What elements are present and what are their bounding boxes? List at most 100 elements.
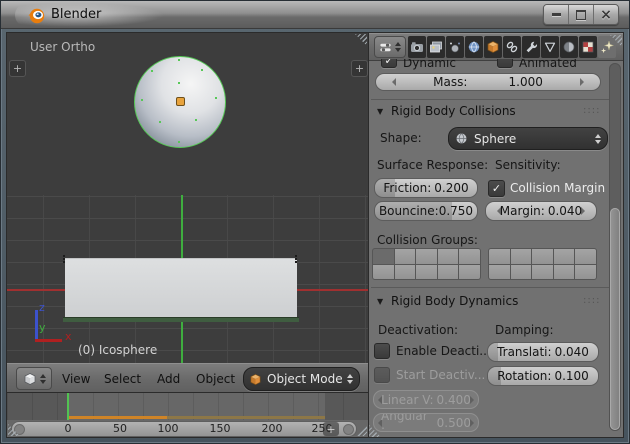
tab-constraints[interactable] — [503, 36, 521, 58]
collision-margin-checkbox[interactable]: ✓ — [488, 180, 505, 197]
title-bar[interactable]: Blender × — [1, 1, 629, 29]
translation-damping-slider[interactable]: Translati: 0.040 — [487, 342, 599, 362]
frame-tick: 150 — [210, 422, 231, 435]
group-cell[interactable] — [459, 249, 480, 264]
scene-icon — [448, 40, 462, 54]
collisions-panel-title[interactable]: Rigid Body Collisions — [391, 104, 516, 118]
tab-object[interactable] — [484, 36, 502, 58]
enable-deactivation-checkbox[interactable] — [374, 343, 390, 359]
group-cell[interactable] — [575, 265, 596, 280]
tab-modifiers[interactable] — [522, 36, 540, 58]
material-icon — [562, 40, 576, 54]
tab-texture[interactable] — [579, 36, 597, 58]
tab-render[interactable] — [408, 36, 426, 58]
group-cell[interactable] — [575, 249, 596, 264]
rotation-damping-slider[interactable]: Rotation: 0.100 — [487, 366, 599, 386]
frame-tick: 50 — [113, 422, 127, 435]
viewport-header: View Select Add Object Object Mode — [7, 363, 368, 394]
panel-drag-dots[interactable]: :::: — [583, 105, 600, 116]
enable-deactivation-label: Enable Deacti... — [396, 344, 491, 358]
scrollbar-thumb[interactable] — [610, 208, 620, 430]
group-cell[interactable] — [511, 265, 532, 280]
group-cell[interactable] — [459, 265, 480, 280]
group-cell[interactable] — [554, 265, 575, 280]
minimize-button[interactable] — [544, 5, 569, 24]
scrollbar-right-handle[interactable] — [343, 424, 354, 435]
group-cell[interactable] — [532, 265, 553, 280]
group-cell[interactable] — [416, 265, 437, 280]
tab-world[interactable] — [465, 36, 483, 58]
editor-type-selector[interactable] — [374, 36, 406, 58]
group-cell[interactable] — [532, 249, 553, 264]
mass-field[interactable]: Mass: 1.000 — [375, 73, 601, 91]
animated-checkbox[interactable] — [497, 59, 513, 68]
bounciness-slider[interactable]: Bouncine: 0.750 — [374, 201, 478, 221]
tab-scene[interactable] — [446, 36, 464, 58]
decrement-arrow[interactable] — [392, 78, 396, 86]
linear-velocity-field[interactable]: Linear V: 0.400 — [373, 390, 479, 409]
menu-view[interactable]: View — [62, 372, 90, 386]
shape-dropdown[interactable]: Sphere — [448, 127, 608, 150]
group-cell[interactable] — [438, 265, 459, 280]
panel-drag-dots[interactable]: :::: — [583, 295, 600, 306]
area-corner-handle[interactable] — [355, 34, 367, 46]
friction-slider[interactable]: Friction: 0.200 — [374, 178, 478, 198]
mass-value: 1.000 — [509, 75, 543, 89]
group-cell[interactable] — [395, 265, 416, 280]
animated-label: Animated — [519, 59, 577, 70]
group-cell[interactable] — [395, 249, 416, 264]
collision-groups-label: Collision Groups: — [377, 233, 478, 247]
margin-field[interactable]: Margin: 0.040 — [485, 201, 597, 221]
group-cell[interactable] — [416, 249, 437, 264]
current-frame-marker[interactable] — [67, 393, 69, 420]
blender-window: Blender × User Ortho + + — [0, 0, 630, 444]
dynamics-panel-title[interactable]: Rigid Body Dynamics — [391, 294, 518, 308]
group-cell[interactable] — [489, 265, 510, 280]
bounciness-label: Bouncine: — [379, 204, 439, 218]
collapse-triangle-icon[interactable]: ▼ — [377, 297, 383, 306]
icosphere-object[interactable] — [134, 56, 226, 148]
group-cell[interactable] — [373, 249, 394, 264]
ground-plane-object[interactable] — [65, 258, 297, 319]
group-cell[interactable] — [489, 249, 510, 264]
tab-render-layers[interactable] — [427, 36, 445, 58]
linear-velocity-label: Linear V: — [381, 393, 433, 407]
editor-type-selector[interactable] — [16, 367, 52, 390]
increment-arrow[interactable] — [580, 78, 584, 86]
texture-icon — [581, 40, 595, 54]
frame-tick: 200 — [262, 422, 283, 435]
expand-properties-shelf-button[interactable]: + — [351, 60, 368, 77]
object-mode-cube-icon — [249, 373, 262, 386]
timeline-scrollbar[interactable] — [11, 421, 357, 437]
menu-select[interactable]: Select — [104, 372, 141, 386]
menu-object[interactable]: Object — [196, 372, 235, 386]
deactivation-label: Deactivation: — [378, 323, 458, 337]
group-cell[interactable] — [554, 249, 575, 264]
angular-velocity-field[interactable]: Angular : 0.500 — [373, 413, 479, 432]
menu-add[interactable]: Add — [157, 372, 180, 386]
window-controls: × — [543, 4, 619, 25]
translation-value: 0.040 — [555, 345, 589, 359]
window-title: Blender — [51, 7, 101, 22]
properties-scrollbar[interactable] — [609, 63, 621, 431]
maximize-button[interactable] — [569, 5, 594, 24]
tab-object-data[interactable] — [541, 36, 559, 58]
start-deactivated-checkbox[interactable] — [374, 367, 390, 383]
expand-header-button[interactable]: + — [323, 422, 339, 436]
tab-material[interactable] — [560, 36, 578, 58]
blender-logo-icon — [27, 6, 45, 24]
tab-physics[interactable] — [598, 36, 616, 58]
rotation-label: Rotation: — [497, 369, 551, 383]
expand-tool-shelf-button[interactable]: + — [9, 60, 26, 77]
close-button[interactable]: × — [594, 5, 618, 24]
increment-arrow[interactable] — [581, 207, 585, 215]
mesh-sphere-icon — [455, 132, 468, 145]
group-cell[interactable] — [373, 265, 394, 280]
group-cell[interactable] — [511, 249, 532, 264]
mode-selector-dropdown[interactable]: Object Mode — [243, 367, 360, 391]
3d-viewport-canvas[interactable]: User Ortho + + — [7, 33, 368, 363]
group-cell[interactable] — [438, 249, 459, 264]
dynamic-label: Dynamic — [403, 59, 456, 70]
dynamic-checkbox[interactable]: ✓ — [381, 59, 397, 68]
collapse-triangle-icon[interactable]: ▼ — [377, 107, 383, 116]
